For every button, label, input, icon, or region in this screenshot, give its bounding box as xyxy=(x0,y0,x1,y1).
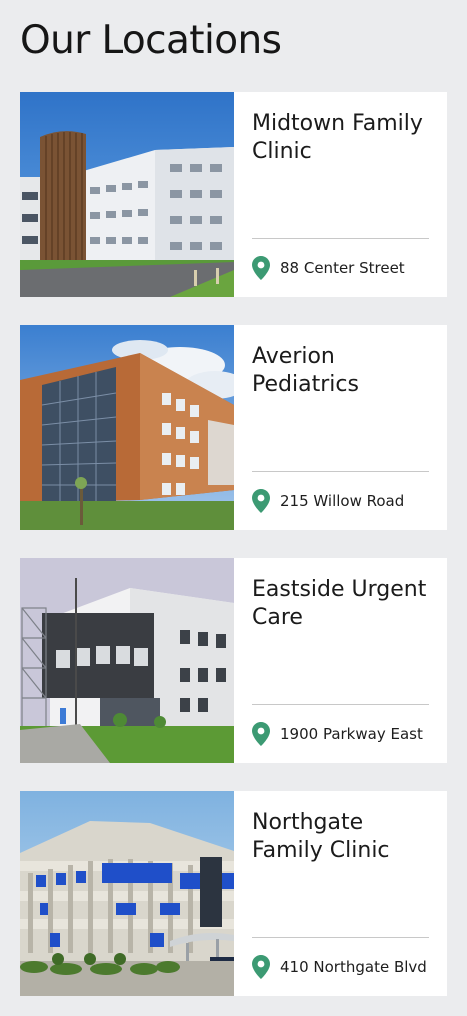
location-card[interactable]: Eastside Urgent Care 1900 Parkway East xyxy=(20,558,447,763)
location-list: Midtown Family Clinic 88 Center Street A… xyxy=(20,92,447,996)
location-address: 215 Willow Road xyxy=(252,489,404,513)
divider xyxy=(252,238,429,239)
location-card[interactable]: Midtown Family Clinic 88 Center Street xyxy=(20,92,447,297)
page-title: Our Locations xyxy=(20,18,282,63)
map-pin-icon xyxy=(252,955,270,979)
address-text: 1900 Parkway East xyxy=(280,725,423,743)
location-photo xyxy=(20,325,234,530)
location-address: 410 Northgate Blvd xyxy=(252,955,427,979)
divider xyxy=(252,471,429,472)
address-text: 410 Northgate Blvd xyxy=(280,958,427,976)
divider xyxy=(252,937,429,938)
map-pin-icon xyxy=(252,489,270,513)
map-pin-icon xyxy=(252,722,270,746)
location-photo xyxy=(20,92,234,297)
divider xyxy=(252,704,429,705)
location-info: Eastside Urgent Care 1900 Parkway East xyxy=(234,558,447,763)
map-pin-icon xyxy=(252,256,270,280)
address-text: 215 Willow Road xyxy=(280,492,405,510)
location-photo xyxy=(20,791,234,996)
address-text: 88 Center Street xyxy=(280,259,405,277)
location-name[interactable]: Northgate Family Clinic xyxy=(252,809,432,865)
location-name[interactable]: Averion Pediatrics xyxy=(252,343,432,399)
location-card[interactable]: Northgate Family Clinic 410 Northgate Bl… xyxy=(20,791,447,996)
location-address: 1900 Parkway East xyxy=(252,722,423,746)
location-card[interactable]: Averion Pediatrics 215 Willow Road xyxy=(20,325,447,530)
location-address: 88 Center Street xyxy=(252,256,405,280)
location-info: Averion Pediatrics 215 Willow Road xyxy=(234,325,447,530)
location-info: Midtown Family Clinic 88 Center Street xyxy=(234,92,447,297)
location-info: Northgate Family Clinic 410 Northgate Bl… xyxy=(234,791,447,996)
location-name[interactable]: Midtown Family Clinic xyxy=(252,110,432,166)
location-name[interactable]: Eastside Urgent Care xyxy=(252,576,432,632)
location-photo xyxy=(20,558,234,763)
